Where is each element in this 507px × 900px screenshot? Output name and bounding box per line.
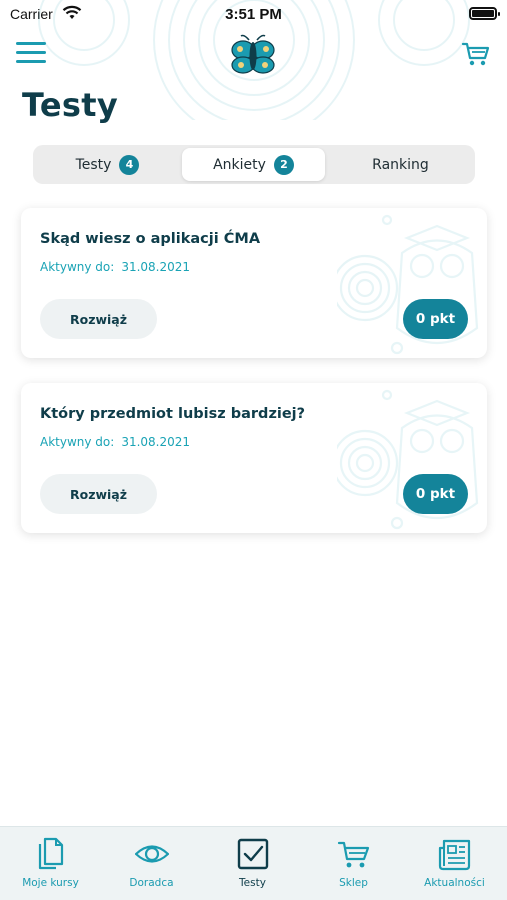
top-bar [0, 30, 507, 80]
tab-label: Ankiety [213, 156, 266, 173]
solve-button[interactable]: Rozwiąż [40, 474, 157, 514]
nav-label: Testy [239, 877, 266, 889]
date-label: Aktywny do: [40, 435, 115, 449]
tab-count-badge: 2 [273, 154, 294, 175]
survey-card[interactable]: Który przedmiot lubisz bardziej? Aktywny… [21, 383, 487, 533]
date-value: 31.08.2021 [121, 435, 191, 449]
moth-logo [231, 34, 275, 74]
newspaper-icon [438, 839, 471, 871]
nav-label: Moje kursy [22, 877, 79, 889]
nav-label: Sklep [339, 877, 368, 889]
nav-label: Aktualności [424, 877, 485, 889]
date-label: Aktywny do: [40, 260, 115, 274]
segmented-tabs: Testy 4 Ankiety 2 Ranking [33, 145, 475, 184]
tab-ankiety[interactable]: Ankiety 2 [182, 148, 325, 181]
tab-ranking[interactable]: Ranking [329, 148, 472, 181]
menu-button[interactable] [16, 42, 46, 64]
date-value: 31.08.2021 [121, 260, 191, 274]
nav-item-aktualnosci[interactable]: Aktualności [404, 827, 505, 900]
nav-item-testy[interactable]: Testy [202, 827, 303, 900]
checkbox-icon [237, 838, 269, 870]
tab-count-badge: 4 [119, 154, 140, 175]
card-title: Który przedmiot lubisz bardziej? [40, 406, 306, 422]
tab-testy[interactable]: Testy 4 [36, 148, 179, 181]
tab-label: Testy [75, 156, 112, 173]
nav-item-sklep[interactable]: Sklep [303, 827, 404, 900]
cart-icon[interactable] [461, 39, 491, 69]
tab-label: Ranking [372, 156, 429, 173]
documents-icon [38, 837, 64, 870]
survey-card[interactable]: Skąd wiesz o aplikacji ĆMA Aktywny do: 31… [21, 208, 487, 358]
nav-item-doradca[interactable]: Doradca [101, 827, 202, 900]
bottom-nav: Moje kursy Doradca Testy Sklep Aktualnoś… [0, 826, 507, 900]
card-active-until: Aktywny do: 31.08.2021 [40, 435, 190, 449]
card-active-until: Aktywny do: 31.08.2021 [40, 260, 190, 274]
eye-icon [135, 845, 169, 863]
page-title: Testy [22, 86, 118, 124]
solve-button[interactable]: Rozwiąż [40, 299, 157, 339]
points-badge: 0 pkt [403, 299, 468, 339]
nav-item-moje-kursy[interactable]: Moje kursy [0, 827, 101, 900]
nav-label: Doradca [129, 877, 174, 889]
card-title: Skąd wiesz o aplikacji ĆMA [40, 231, 261, 247]
cart-icon [337, 841, 370, 868]
points-badge: 0 pkt [403, 474, 468, 514]
